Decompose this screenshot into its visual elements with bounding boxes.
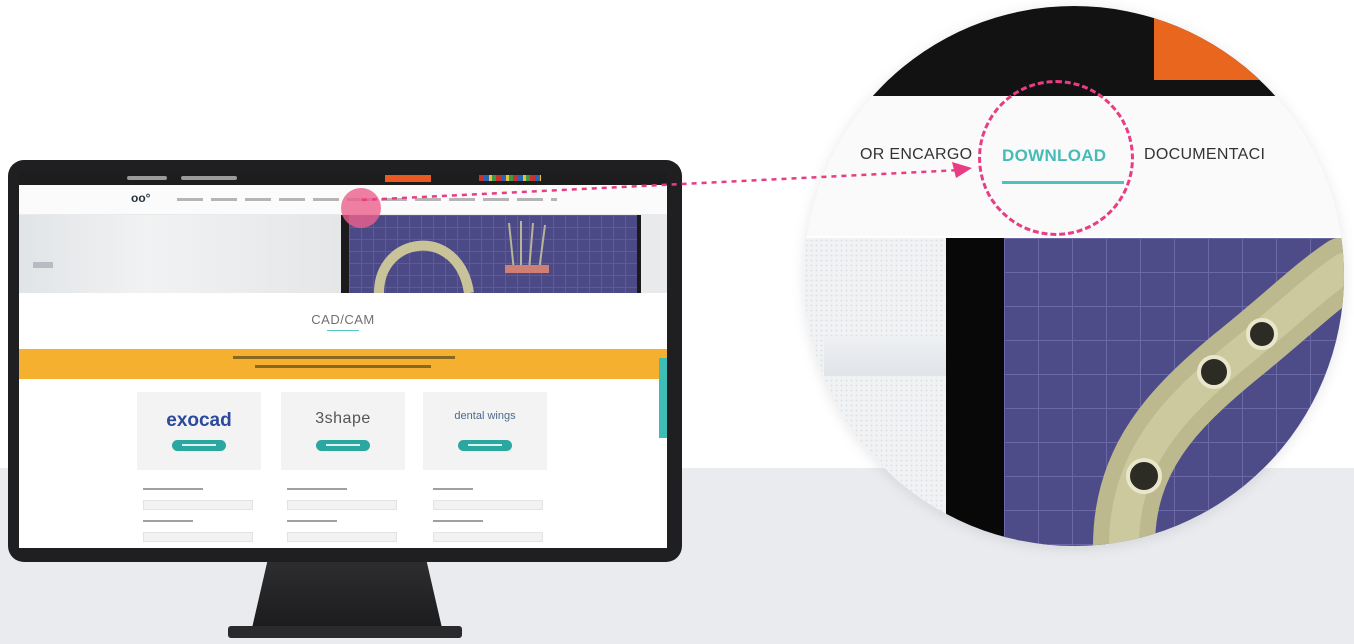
- software-card-exocad: exocad: [137, 392, 261, 470]
- form-field[interactable]: [143, 500, 253, 510]
- monitor-stand-base: [228, 626, 462, 638]
- form-field[interactable]: [433, 532, 543, 542]
- zoom-hero-left: [804, 238, 954, 546]
- 3shape-install-button[interactable]: [316, 440, 370, 451]
- arrow-pointer-icon: [952, 162, 972, 178]
- exocad-install-button[interactable]: [172, 440, 226, 451]
- topbar-phone: [127, 176, 167, 180]
- section-title: CAD/CAM: [311, 312, 375, 327]
- nav-item-documentation[interactable]: DOCUMENTACI: [1144, 146, 1265, 164]
- hero-cad-image: [349, 215, 637, 294]
- 3shape-logo: 3shape: [315, 410, 371, 427]
- dentalwings-logo: dental wings: [454, 410, 516, 422]
- form-field[interactable]: [143, 532, 253, 542]
- software-card-3shape: 3shape: [281, 392, 405, 470]
- zoom-topbar-cta[interactable]: [1154, 6, 1274, 80]
- download-form-3: [433, 488, 543, 548]
- topbar-email: [181, 176, 237, 180]
- zoom-magnifier: OR ENCARGO DOWNLOAD DOCUMENTACI: [804, 6, 1344, 546]
- active-tab-underline: [1002, 181, 1124, 184]
- dental-arch-illustration: [374, 221, 549, 294]
- zoom-hero-frame: [946, 238, 1006, 546]
- hero-right-edge: [641, 215, 667, 293]
- zoom-hero-shade: [824, 336, 954, 376]
- hero-device: [33, 262, 53, 268]
- site-logo[interactable]: oo°: [131, 192, 155, 204]
- form-field[interactable]: [433, 500, 543, 510]
- monitor-screen: oo° CAD/CAM exocad 3shape dental wings: [19, 172, 667, 548]
- dentalwings-install-button[interactable]: [458, 440, 512, 451]
- software-card-dentalwings: dental wings: [423, 392, 547, 470]
- info-banner-text-line: [233, 356, 455, 359]
- download-form-1: [143, 488, 253, 548]
- zoom-dental-bar-illustration: [1093, 238, 1344, 546]
- hero-left-image: [19, 215, 341, 293]
- connector-arrow: [361, 162, 972, 202]
- exocad-logo: exocad: [166, 410, 232, 431]
- form-field[interactable]: [287, 532, 397, 542]
- monitor-stand: [252, 562, 442, 628]
- nav-item-download[interactable]: DOWNLOAD: [1002, 146, 1106, 166]
- info-banner: [19, 349, 667, 379]
- download-form-2: [287, 488, 397, 548]
- section-title-underline: [327, 330, 359, 331]
- form-field[interactable]: [287, 500, 397, 510]
- social-sidebar[interactable]: [659, 358, 667, 438]
- info-banner-text-line: [255, 365, 431, 368]
